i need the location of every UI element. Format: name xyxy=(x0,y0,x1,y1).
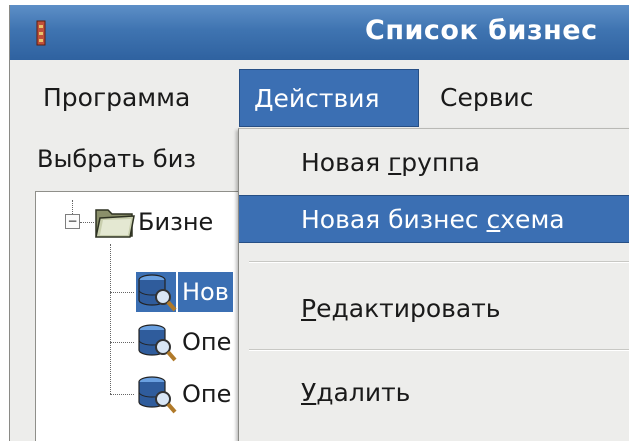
tree-item-label[interactable]: Опе xyxy=(178,322,235,362)
title-bar[interactable]: Список бизнес xyxy=(10,5,629,60)
menu-item-new-scheme[interactable]: Новая бизнес схема xyxy=(239,195,629,243)
folder-icon xyxy=(94,202,136,244)
tree-connector xyxy=(80,222,94,223)
menu-separator xyxy=(249,261,629,263)
menu-item-new-group[interactable]: Новая группа xyxy=(239,139,629,187)
menu-actions[interactable]: Действия xyxy=(239,69,419,127)
window-title: Список бизнес xyxy=(365,15,598,46)
tree-connector xyxy=(110,244,111,394)
tree-connector xyxy=(72,200,73,214)
database-search-icon xyxy=(134,372,178,420)
actions-dropdown-menu: Новая группа Новая бизнес схема Редактир… xyxy=(238,128,629,441)
database-search-icon xyxy=(134,320,178,368)
tree-connector xyxy=(110,394,134,395)
menu-separator xyxy=(249,349,629,351)
menu-item-delete[interactable]: Удалить xyxy=(239,369,629,417)
tree-root-label[interactable]: Бизне xyxy=(134,202,217,242)
menu-service[interactable]: Сервис xyxy=(426,69,547,127)
tree-item-label[interactable]: Нов xyxy=(178,272,233,312)
database-search-icon xyxy=(134,270,178,318)
select-business-label: Выбрать биз xyxy=(37,145,197,173)
tree-connector xyxy=(110,292,134,293)
tree-item-label[interactable]: Опе xyxy=(178,374,235,414)
application-window: Список бизнес Программа Действия Сервис … xyxy=(9,5,629,441)
app-icon[interactable] xyxy=(34,19,48,47)
tree-connector xyxy=(110,342,134,343)
collapse-toggle[interactable]: − xyxy=(65,214,80,229)
menu-program[interactable]: Программа xyxy=(29,69,204,127)
menu-item-edit[interactable]: Редактировать xyxy=(239,285,629,333)
menu-bar: Программа Действия Сервис xyxy=(10,69,629,129)
